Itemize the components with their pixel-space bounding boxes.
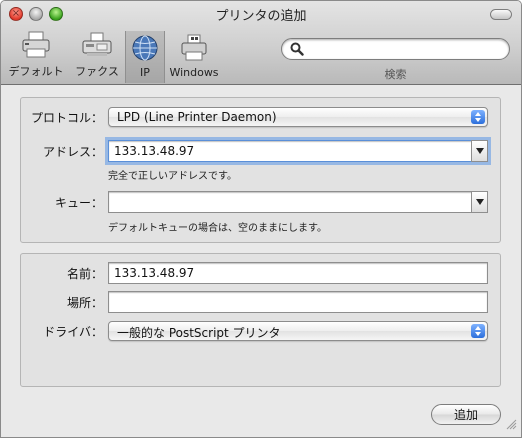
protocol-value: LPD (Line Printer Daemon) bbox=[117, 110, 277, 124]
driver-popup[interactable]: 一般的な PostScript プリンタ bbox=[108, 321, 488, 341]
popup-arrows-icon bbox=[471, 324, 485, 338]
address-value: 133.13.48.97 bbox=[114, 144, 195, 158]
name-value: 133.13.48.97 bbox=[114, 266, 195, 280]
address-hint: 完全で正しいアドレスです。 bbox=[108, 171, 237, 182]
address-label: アドレス： bbox=[42, 145, 103, 159]
toolbar-item-ip[interactable]: IP bbox=[125, 31, 165, 83]
add-button[interactable]: 追加 bbox=[431, 404, 501, 425]
queue-label: キュー： bbox=[54, 196, 103, 210]
toolbar-item-default[interactable]: デフォルト bbox=[5, 31, 67, 83]
toolbar-item-windows-label: Windows bbox=[169, 66, 219, 79]
fax-icon bbox=[81, 30, 113, 60]
toolbar-item-ip-label: IP bbox=[140, 66, 150, 79]
protocol-label: プロトコル： bbox=[30, 111, 103, 125]
search-input[interactable] bbox=[308, 41, 504, 57]
search-field[interactable] bbox=[281, 38, 510, 60]
chevron-down-icon bbox=[475, 148, 484, 154]
toolbar-item-fax[interactable]: ファクス bbox=[71, 31, 123, 83]
popup-arrows-icon bbox=[471, 110, 485, 124]
toolbar-item-default-label: デフォルト bbox=[8, 65, 64, 78]
search-icon bbox=[290, 42, 304, 59]
toolbar-item-windows[interactable]: Windows bbox=[167, 31, 221, 83]
toolbar-toggle-button[interactable] bbox=[490, 9, 512, 20]
name-label: 名前： bbox=[66, 267, 103, 281]
add-printer-window: × プリンタの追加 デフォルト ファクス IP Windows 検索 プロトコル… bbox=[0, 0, 522, 438]
default-printer-icon bbox=[20, 30, 52, 60]
toolbar: × プリンタの追加 デフォルト ファクス IP Windows 検索 bbox=[1, 1, 521, 85]
protocol-popup[interactable]: LPD (Line Printer Daemon) bbox=[108, 107, 488, 127]
driver-value: 一般的な PostScript プリンタ bbox=[117, 326, 281, 340]
search-label: 検索 bbox=[384, 68, 407, 81]
address-history-button[interactable] bbox=[471, 140, 488, 162]
name-field[interactable]: 133.13.48.97 bbox=[108, 262, 488, 284]
toolbar-item-fax-label: ファクス bbox=[75, 65, 119, 78]
location-label: 場所： bbox=[66, 296, 103, 310]
window-title: プリンタの追加 bbox=[215, 9, 307, 24]
ip-globe-icon bbox=[129, 33, 161, 63]
queue-field[interactable] bbox=[108, 191, 488, 213]
address-field[interactable]: 133.13.48.97 bbox=[105, 137, 491, 165]
location-field[interactable] bbox=[108, 291, 488, 313]
resize-grip-icon[interactable] bbox=[506, 419, 517, 433]
queue-history-button[interactable] bbox=[471, 191, 488, 213]
windows-printer-icon bbox=[178, 33, 210, 63]
chevron-down-icon bbox=[475, 199, 484, 205]
queue-hint: デフォルトキューの場合は、空のままにします。 bbox=[108, 223, 327, 234]
driver-label: ドライバ： bbox=[43, 325, 103, 339]
